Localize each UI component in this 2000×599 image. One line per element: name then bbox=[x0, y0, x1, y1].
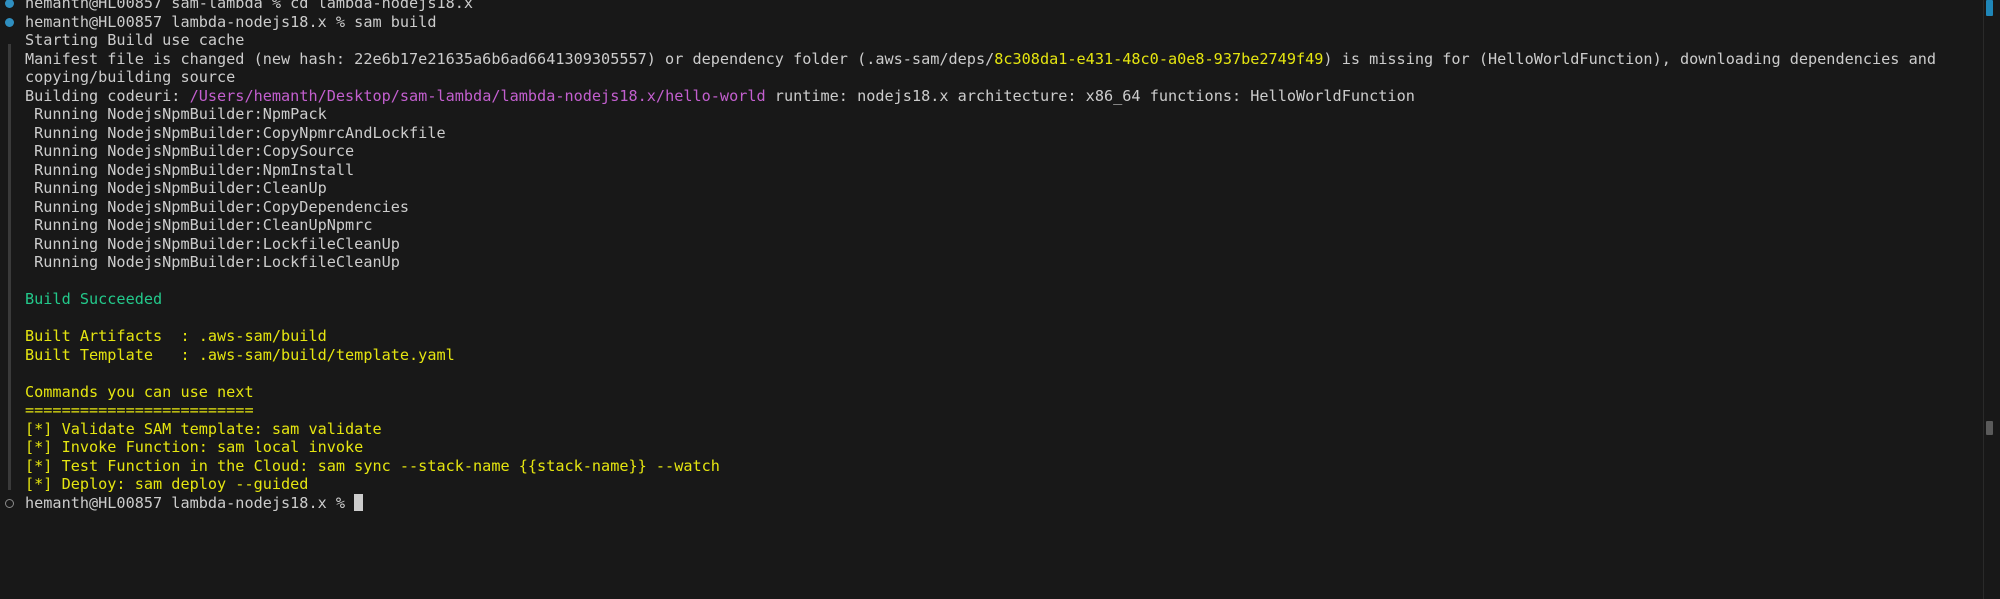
output-line: Building codeuri: /Users/hemanth/Desktop… bbox=[0, 87, 1975, 106]
next-commands-title: Commands you can use next bbox=[25, 382, 254, 401]
command-line: hemanth@HL00857 lambda-nodejs18.x % sam … bbox=[0, 13, 1975, 32]
prompt: hemanth@HL00857 lambda-nodejs18.x % bbox=[25, 493, 355, 512]
output-line: Starting Build use cache bbox=[25, 31, 245, 49]
build-step: Running NodejsNpmBuilder:NpmPack bbox=[25, 105, 327, 123]
build-succeeded: Build Succeeded bbox=[25, 290, 163, 308]
text: Building codeuri: bbox=[25, 86, 190, 105]
prompt-pending-icon[interactable] bbox=[5, 498, 14, 508]
build-step: Running NodejsNpmBuilder:CopyNpmrcAndLoc… bbox=[25, 123, 446, 142]
build-step: Running NodejsNpmBuilder:CopySource bbox=[25, 142, 355, 160]
scrollbar[interactable] bbox=[1983, 0, 2000, 599]
deps-hash: 8c308da1-e431-48c0-a0e8-937be2749f49 bbox=[994, 49, 1324, 68]
terminal-output[interactable]: hemanth@HL00857 sam-lambda % cd lambda-n… bbox=[0, 0, 1975, 512]
build-step: Running NodejsNpmBuilder:CleanUp bbox=[25, 179, 327, 197]
next-command: [*] Validate SAM template: sam validate bbox=[25, 419, 382, 438]
scroll-marker-command[interactable] bbox=[1986, 0, 1993, 16]
text: Manifest file is changed (new hash: 22e6… bbox=[25, 49, 995, 68]
build-step: Running NodejsNpmBuilder:LockfileCleanUp bbox=[25, 253, 400, 271]
built-template: Built Template : .aws-sam/build/template… bbox=[25, 345, 455, 364]
output-line: copying/building source bbox=[25, 68, 236, 86]
separator: ========================= bbox=[25, 401, 254, 419]
text: runtime: nodejs18.x architecture: x86_64… bbox=[765, 86, 1415, 105]
build-step: Running NodejsNpmBuilder:CopyDependencie… bbox=[25, 197, 410, 216]
sam-build-command: hemanth@HL00857 lambda-nodejs18.x % sam … bbox=[25, 12, 437, 31]
next-command: [*] Invoke Function: sam local invoke bbox=[25, 438, 364, 456]
previous-command: hemanth@HL00857 sam-lambda % cd lambda-n… bbox=[25, 0, 474, 12]
command-success-icon[interactable] bbox=[5, 17, 14, 27]
next-command: [*] Deploy: sam deploy --guided bbox=[25, 475, 309, 493]
build-step: Running NodejsNpmBuilder:CleanUpNpmrc bbox=[25, 216, 373, 234]
built-artifacts: Built Artifacts : .aws-sam/build bbox=[25, 327, 327, 345]
build-step: Running NodejsNpmBuilder:LockfileCleanUp bbox=[25, 234, 400, 253]
text: ) is missing for (HelloWorldFunction), d… bbox=[1323, 49, 1937, 68]
command-success-icon[interactable] bbox=[5, 0, 14, 8]
scrollbar-thumb[interactable] bbox=[1986, 421, 1993, 435]
output-line: Manifest file is changed (new hash: 22e6… bbox=[0, 50, 1975, 69]
next-command: [*] Test Function in the Cloud: sam sync… bbox=[25, 456, 720, 475]
prompt-line[interactable]: hemanth@HL00857 lambda-nodejs18.x % bbox=[0, 493, 1975, 513]
previous-command-line: hemanth@HL00857 sam-lambda % cd lambda-n… bbox=[0, 0, 1975, 13]
codeuri-path-link[interactable]: /Users/hemanth/Desktop/sam-lambda/lambda… bbox=[190, 87, 766, 105]
cursor bbox=[354, 493, 364, 511]
build-step: Running NodejsNpmBuilder:NpmInstall bbox=[25, 160, 355, 179]
